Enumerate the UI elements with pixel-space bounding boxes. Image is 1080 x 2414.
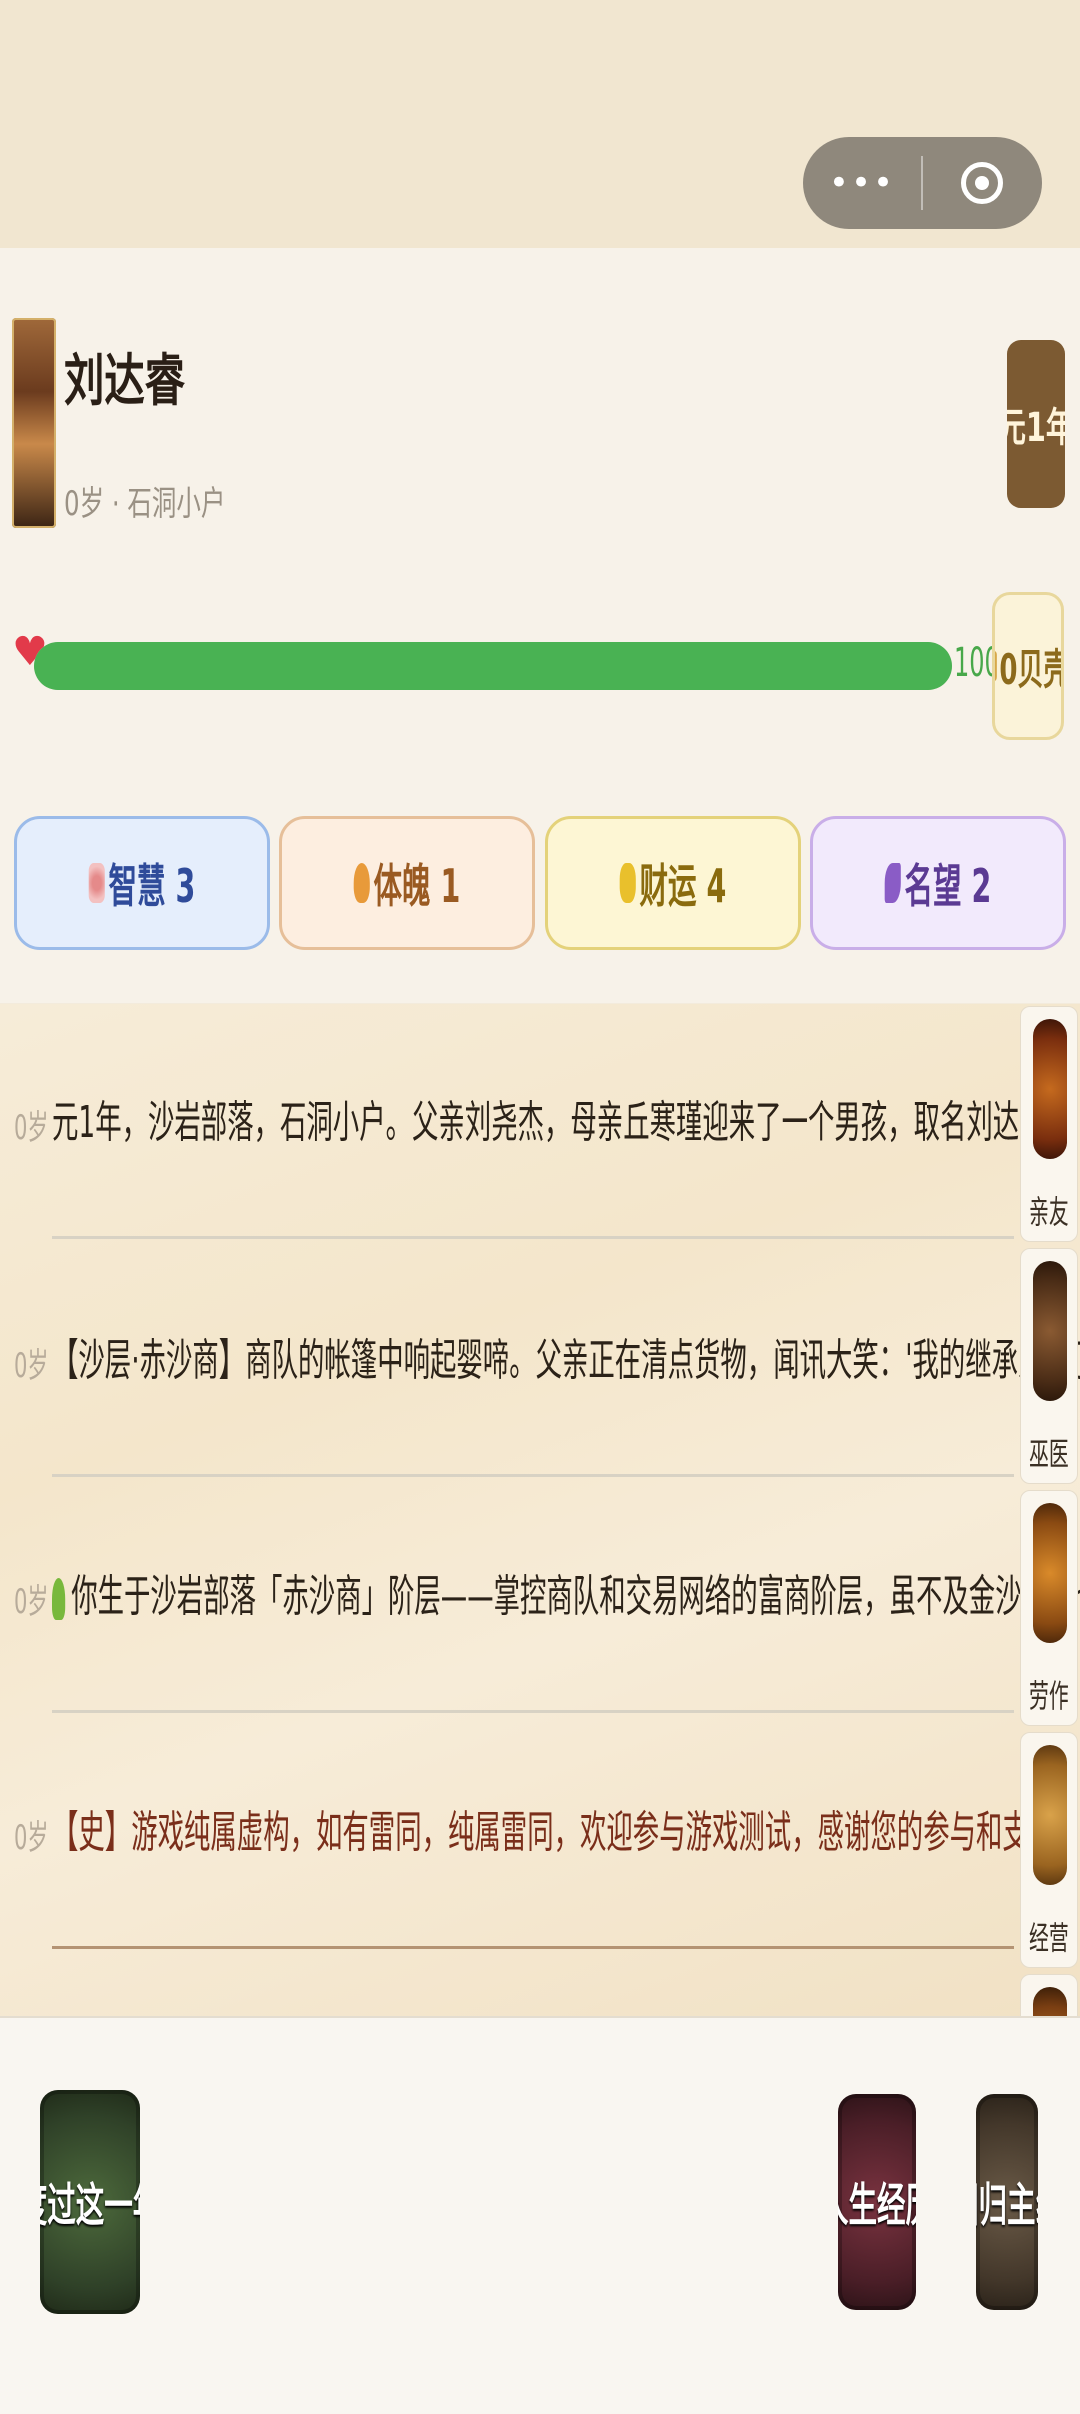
top-bar: ••• bbox=[0, 0, 1080, 248]
stat-fortune[interactable]: 财运 4 bbox=[544, 816, 801, 950]
log-age: 0岁 bbox=[14, 1818, 49, 1858]
log-entry: 0岁 【史】游戏纯属虚构，如有雷同，纯属雷同，欢迎参与游戏测试，感谢您的参与和支… bbox=[0, 1714, 1080, 1952]
shaman-icon bbox=[1033, 1261, 1067, 1401]
divider bbox=[52, 1236, 1014, 1239]
divider bbox=[52, 1474, 1014, 1477]
log-text: 你生于沙岩部落「赤沙商」阶层——掌控商队和交易网络的富商阶层，虽不及金沙顶但也锦… bbox=[71, 1571, 1080, 1622]
more-dots-icon[interactable]: ••• bbox=[803, 137, 921, 229]
log-age: 0岁 bbox=[14, 1582, 49, 1622]
return-main-button[interactable]: 回归主线 bbox=[976, 2094, 1038, 2310]
log-age: 0岁 bbox=[14, 1108, 49, 1148]
labor-icon bbox=[1033, 1503, 1067, 1643]
log-entry: 0岁 元1年，沙岩部落，石洞小户。父亲刘尧杰，母亲丘寒瑾迎来了一个男孩，取名刘达… bbox=[0, 1004, 1072, 1242]
log-text: 【沙层·赤沙商】商队的帐篷中响起婴啼。父亲正在清点货物，闻讯大笑：'我的继承人来… bbox=[52, 1335, 1080, 1386]
return-main-label: 回归主线 bbox=[976, 2178, 1038, 2232]
brain-icon bbox=[88, 863, 105, 903]
business-icon bbox=[1033, 1745, 1067, 1885]
feather-icon bbox=[884, 863, 901, 903]
rail-label: 经营 bbox=[1029, 1919, 1069, 1957]
money-label: 0贝壳 bbox=[999, 644, 1064, 694]
log-entry: 0岁 你生于沙岩部落「赤沙商」阶层——掌控商队和交易网络的富商阶层，虽不及金沙顶… bbox=[0, 1478, 1080, 1716]
pass-year-label: 度过这一年 bbox=[40, 2178, 140, 2232]
money-badge[interactable]: $ 0贝壳 bbox=[992, 592, 1064, 740]
character-subinfo: 0岁 · 石洞小户 bbox=[64, 484, 226, 524]
family-icon bbox=[1033, 1019, 1067, 1159]
stat-physique-label: 体魄 1 bbox=[373, 859, 461, 913]
target-circle-icon[interactable] bbox=[923, 162, 1041, 204]
money-bag-icon bbox=[619, 863, 636, 903]
rail-item-relatives[interactable]: 亲友 bbox=[1020, 1006, 1078, 1242]
log-text-line: 你生于沙岩部落「赤沙商」阶层——掌控商队和交易网络的富商阶层，虽不及金沙顶但也锦… bbox=[52, 1560, 1080, 1624]
bottom-action-bar bbox=[0, 2016, 1080, 2414]
right-rail: 亲友 巫医 劳作 经营 bbox=[1020, 1004, 1080, 2210]
rail-item-labor[interactable]: 劳作 bbox=[1020, 1490, 1078, 1726]
stat-wisdom-label: 智慧 3 bbox=[108, 859, 196, 913]
shell-icon: $ bbox=[995, 651, 998, 681]
divider bbox=[52, 1710, 1014, 1713]
pass-year-button[interactable]: 度过这一年 bbox=[40, 2090, 140, 2314]
rail-label: 巫医 bbox=[1029, 1435, 1069, 1473]
log-text: 【史】游戏纯属虚构，如有雷同，纯属雷同，欢迎参与游戏测试，感谢您的参与和支持。 bbox=[52, 1807, 1080, 1858]
stat-physique[interactable]: 体魄 1 bbox=[279, 816, 536, 950]
divider bbox=[52, 1946, 1014, 1949]
log-text: 元1年，沙岩部落，石洞小户。父亲刘尧杰，母亲丘寒瑾迎来了一个男孩，取名刘达睿。 bbox=[52, 1097, 1072, 1148]
log-entry: 0岁 【沙层·赤沙商】商队的帐篷中响起婴啼。父亲正在清点货物，闻讯大笑：'我的继… bbox=[0, 1242, 1080, 1480]
stat-fortune-label: 财运 4 bbox=[639, 859, 726, 913]
life-history-button[interactable]: 人生经历 bbox=[838, 2094, 916, 2310]
log-age: 0岁 bbox=[14, 1346, 49, 1386]
avatar[interactable] bbox=[12, 318, 56, 528]
heart-icon: ♥ bbox=[12, 629, 48, 675]
life-log[interactable]: 0岁 元1年，沙岩部落，石洞小户。父亲刘尧杰，母亲丘寒瑾迎来了一个男孩，取名刘达… bbox=[0, 1004, 1080, 2016]
clover-icon bbox=[52, 1578, 66, 1620]
stat-fame-label: 名望 2 bbox=[904, 859, 992, 913]
stat-fame[interactable]: 名望 2 bbox=[809, 816, 1066, 950]
stat-wisdom[interactable]: 智慧 3 bbox=[14, 816, 270, 950]
life-history-label: 人生经历 bbox=[838, 2178, 916, 2232]
rail-label: 亲友 bbox=[1029, 1193, 1069, 1231]
muscle-icon bbox=[353, 863, 371, 903]
year-badge: 元1年 bbox=[1007, 340, 1065, 508]
stats-row: 智慧 3 体魄 1 财运 4 名望 2 bbox=[14, 816, 1066, 950]
rail-label: 劳作 bbox=[1029, 1677, 1069, 1715]
rail-item-business[interactable]: 经营 bbox=[1020, 1732, 1078, 1968]
character-name: 刘达睿 bbox=[64, 349, 185, 414]
health-bar-fill bbox=[34, 642, 952, 690]
mini-program-capsule: ••• bbox=[803, 137, 1042, 229]
rail-item-shaman[interactable]: 巫医 bbox=[1020, 1248, 1078, 1484]
